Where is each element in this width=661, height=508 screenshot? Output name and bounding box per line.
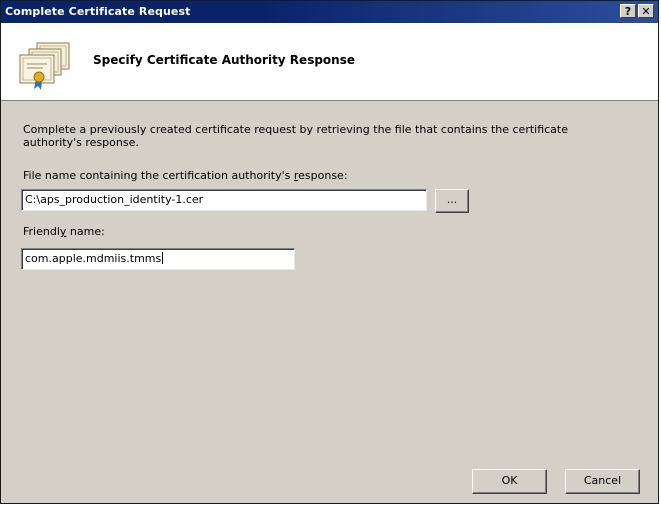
- cancel-button[interactable]: Cancel: [565, 469, 640, 494]
- friendly-name-value: com.apple.mdmiis.tmms: [25, 252, 162, 265]
- dialog-window: Complete Certificate Request ? ✕ Specify…: [0, 0, 659, 504]
- description-text: Complete a previously created certificat…: [23, 123, 569, 149]
- file-name-input[interactable]: C:\aps_production_identity-1.cer: [21, 189, 427, 211]
- help-button[interactable]: ?: [620, 4, 636, 18]
- wizard-header: Specify Certificate Authority Response: [1, 23, 658, 101]
- certificate-stack-icon: [19, 42, 70, 90]
- text-caret: [162, 252, 164, 264]
- close-button[interactable]: ✕: [638, 4, 654, 18]
- friendly-name-input[interactable]: com.apple.mdmiis.tmms: [21, 248, 295, 270]
- browse-button[interactable]: ...: [435, 189, 469, 213]
- ok-button[interactable]: OK: [472, 469, 547, 494]
- friendly-name-label: Friendly name:: [23, 225, 105, 238]
- wizard-body: Complete a previously created certificat…: [1, 101, 658, 503]
- window-title: Complete Certificate Request: [5, 5, 191, 18]
- title-bar[interactable]: Complete Certificate Request ? ✕: [1, 1, 658, 23]
- file-name-label: File name containing the certification a…: [23, 169, 348, 182]
- page-heading: Specify Certificate Authority Response: [93, 53, 355, 67]
